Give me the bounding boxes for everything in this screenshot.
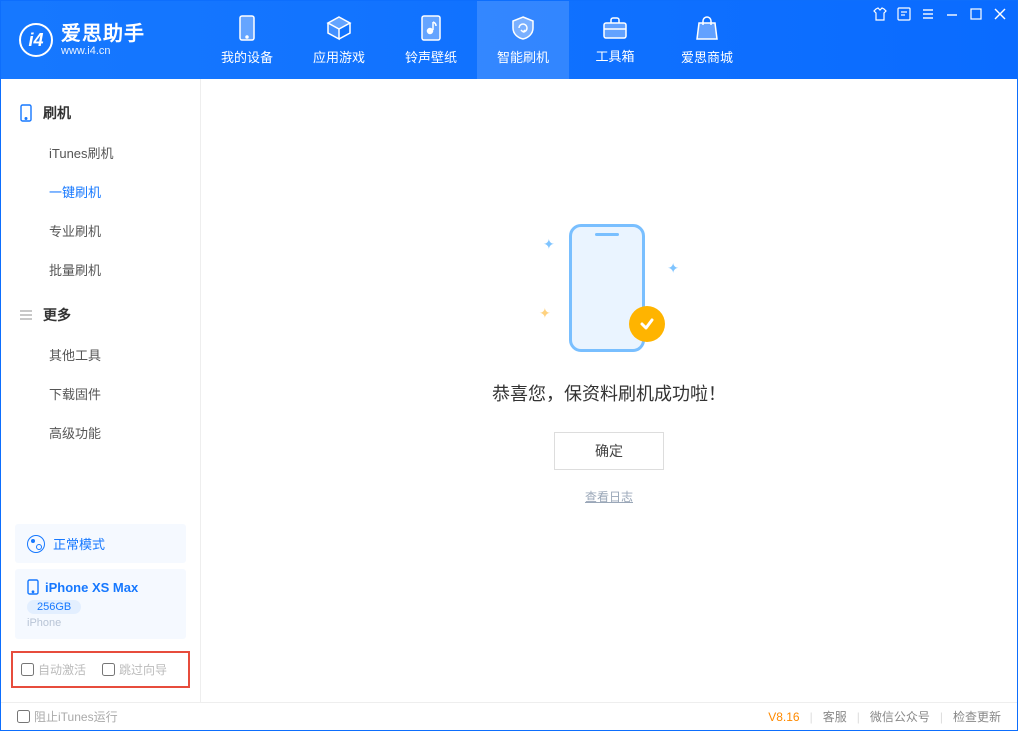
checkbox-auto-activate[interactable]: 自动激活 — [21, 661, 86, 678]
success-message: 恭喜您，保资料刷机成功啦！ — [492, 380, 726, 406]
sidebar: 刷机 iTunes刷机 一键刷机 专业刷机 批量刷机 更多 其他工具 下载固件 … — [1, 79, 201, 702]
version-label: V8.16 — [768, 710, 799, 724]
device-name: iPhone XS Max — [45, 580, 138, 595]
sparkle-icon: ✦ — [539, 305, 551, 322]
statusbar: 阻止iTunes运行 V8.16 | 客服 | 微信公众号 | 检查更新 — [1, 702, 1017, 730]
tshirt-icon[interactable] — [873, 7, 887, 21]
mode-icon — [27, 535, 45, 553]
support-link[interactable]: 客服 — [823, 708, 847, 725]
sidebar-item-advanced[interactable]: 高级功能 — [1, 413, 200, 452]
app-url: www.i4.cn — [61, 45, 145, 57]
main-content: ✦ ✦ ✦ 恭喜您，保资料刷机成功啦！ 确定 查看日志 — [201, 79, 1017, 702]
device-capacity: 256GB — [27, 600, 81, 614]
titlebar: i4 爱思助手 www.i4.cn 我的设备 应用游戏 铃声壁纸 智能刷机 工具… — [1, 1, 1017, 79]
device-mode[interactable]: 正常模式 — [15, 524, 186, 563]
app-name: 爱思助手 — [61, 23, 145, 45]
maximize-icon[interactable] — [969, 7, 983, 21]
tab-toolbox[interactable]: 工具箱 — [569, 1, 661, 79]
checkbox-skip-guide[interactable]: 跳过向导 — [102, 661, 167, 678]
sidebar-item-download-fw[interactable]: 下载固件 — [1, 374, 200, 413]
tab-store[interactable]: 爱思商城 — [661, 1, 753, 79]
sidebar-item-itunes[interactable]: iTunes刷机 — [1, 133, 200, 172]
sparkle-icon: ✦ — [667, 260, 679, 277]
feedback-icon[interactable] — [897, 7, 911, 21]
device-info[interactable]: iPhone XS Max 256GB iPhone — [15, 569, 186, 639]
window-controls — [873, 7, 1007, 21]
view-log-link[interactable]: 查看日志 — [585, 488, 633, 505]
wechat-link[interactable]: 微信公众号 — [870, 708, 930, 725]
cube-icon — [326, 15, 352, 41]
close-icon[interactable] — [993, 7, 1007, 21]
tab-device[interactable]: 我的设备 — [201, 1, 293, 79]
menu-icon[interactable] — [921, 7, 935, 21]
logo-icon: i4 — [19, 23, 53, 57]
sidebar-item-onekey[interactable]: 一键刷机 — [1, 172, 200, 211]
shield-sync-icon — [510, 15, 536, 41]
sparkle-icon: ✦ — [543, 236, 555, 253]
main-tabs: 我的设备 应用游戏 铃声壁纸 智能刷机 工具箱 爱思商城 — [201, 1, 753, 79]
sidebar-header-flash[interactable]: 刷机 — [1, 93, 200, 133]
tab-flash[interactable]: 智能刷机 — [477, 1, 569, 79]
sidebar-header-more[interactable]: 更多 — [1, 295, 200, 335]
device-phone-icon — [27, 579, 39, 595]
success-badge — [629, 306, 665, 342]
sidebar-item-pro[interactable]: 专业刷机 — [1, 211, 200, 250]
options-highlight-box: 自动激活 跳过向导 — [11, 651, 190, 688]
device-type: iPhone — [27, 617, 174, 629]
music-icon — [419, 15, 443, 41]
phone-small-icon — [19, 104, 33, 122]
sidebar-item-other-tools[interactable]: 其他工具 — [1, 335, 200, 374]
check-update-link[interactable]: 检查更新 — [953, 708, 1001, 725]
list-icon — [19, 308, 33, 322]
phone-icon — [236, 15, 258, 41]
toolbox-icon — [602, 16, 628, 40]
tab-apps[interactable]: 应用游戏 — [293, 1, 385, 79]
bag-icon — [695, 15, 719, 41]
checkbox-block-itunes[interactable]: 阻止iTunes运行 — [17, 708, 118, 725]
minimize-icon[interactable] — [945, 7, 959, 21]
logo: i4 爱思助手 www.i4.cn — [1, 1, 201, 79]
tab-ringtone[interactable]: 铃声壁纸 — [385, 1, 477, 79]
sidebar-item-batch[interactable]: 批量刷机 — [1, 250, 200, 289]
ok-button[interactable]: 确定 — [554, 432, 664, 470]
check-icon — [638, 315, 656, 333]
success-illustration: ✦ ✦ ✦ — [539, 216, 679, 356]
